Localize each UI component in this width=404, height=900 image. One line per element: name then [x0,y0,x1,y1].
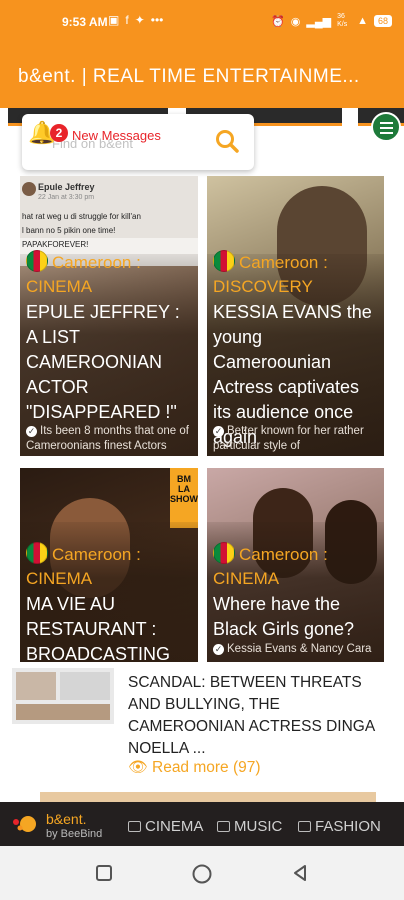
brand-logo-icon [13,816,36,832]
cameroon-flag-icon [213,542,235,564]
signal-icon: ▂▄▆ [306,15,332,28]
article-card[interactable]: Cameroon : DISCOVERY KESSIA EVANS the yo… [207,176,384,456]
brand-byline: by BeeBind [46,828,103,840]
eye-icon: 👁 [128,759,148,776]
gallery-icon: ▣ [108,13,120,27]
alarm-icon: ⏰ [271,15,285,28]
nav-item-label: MUSIC [234,818,283,835]
bottom-nav: b&ent. by BeeBind CINEMA MUSIC FASHION [0,802,404,846]
post-line: l bann no 5 pikin one time! [22,226,116,235]
notification-label[interactable]: New Messages [72,128,161,143]
menu-button[interactable] [371,112,401,142]
article-card[interactable]: Epule Jeffrey 22 Jan at 3:30 pm hat rat … [20,176,198,456]
nav-item-label: FASHION [315,818,381,835]
home-icon[interactable] [191,863,213,885]
battery-icon: 68 [373,15,392,27]
recents-icon[interactable] [94,863,114,883]
nav-item-label: CINEMA [145,818,204,835]
app-bar: b&ent. | REAL TIME ENTERTAINME... [0,44,404,108]
featured-title[interactable]: SCANDAL: BETWEEN THREATS AND BULLYING, T… [128,672,390,760]
article-card[interactable]: BM LA SHOW Cameroon : CINEMA MA VIE AU R… [20,468,198,662]
status-bar: 9:53 AM ▣ f ✦ ••• ⏰ ◉ ▂▄▆ 36 K/s ▲ 68 [0,0,404,44]
twitter-icon: ✦ [134,13,145,27]
post-author: Epule Jeffrey [38,182,95,192]
status-time: 9:53 AM [62,15,108,29]
brand-name: b&ent. [46,811,87,827]
cinema-icon [128,821,141,832]
card-headline[interactable]: MA VIE AU RESTAURANT : BROADCASTING [26,592,194,662]
article-thumbnail[interactable] [12,668,114,724]
nav-item-cinema[interactable]: CINEMA [128,818,203,835]
fashion-icon [298,821,311,832]
system-nav-bar [0,846,404,900]
card-excerpt: Better known for her rather particular s… [213,425,364,452]
nav-item-music[interactable]: MUSIC [217,818,282,835]
card-excerpt: Its been 8 months that one of Cameroonia… [26,425,189,452]
search-icon[interactable] [214,128,240,154]
back-icon[interactable] [290,863,310,883]
search-bar[interactable]: Find on b&ent 🔔 2 New Messages [22,114,254,170]
nav-item-fashion[interactable]: FASHION [298,818,381,835]
read-more-link[interactable]: 👁 Read more (97) [128,758,261,777]
wifi-icon: ▲ [357,15,368,27]
cameroon-flag-icon [213,250,235,272]
check-icon: ✓ [213,644,224,655]
post-date: 22 Jan at 3:30 pm [38,194,95,201]
card-excerpt: Kessia Evans & Nancy Cara [227,643,372,655]
cameroon-flag-icon [26,542,48,564]
read-more-label[interactable]: Read more (97) [152,759,261,776]
cameroon-flag-icon [26,250,48,272]
post-line: hat rat weg u di struggle for kill'an [22,212,141,221]
facebook-icon: f [125,13,129,27]
post-line: PAPAKFOREVER! [22,240,89,249]
more-dots-icon: ••• [150,13,164,27]
card-headline[interactable]: EPULE JEFFREY : A LIST CAMEROONIAN ACTOR… [26,300,194,425]
card-headline[interactable]: Where have the Black Girls gone? [213,592,380,642]
show-banner: BM LA SHOW [170,474,198,504]
data-speed-icon: 36 K/s [337,13,348,28]
check-icon: ✓ [26,426,37,437]
page-title: b&ent. | REAL TIME ENTERTAINME... [18,66,360,87]
check-icon: ✓ [213,426,224,437]
notification-badge[interactable]: 2 [50,124,68,142]
featured-article[interactable]: SCANDAL: BETWEEN THREATS AND BULLYING, T… [0,662,404,788]
music-icon [217,821,230,832]
hotspot-icon: ◉ [290,15,301,28]
article-card[interactable]: Cameroon : CINEMA Where have the Black G… [207,468,384,662]
